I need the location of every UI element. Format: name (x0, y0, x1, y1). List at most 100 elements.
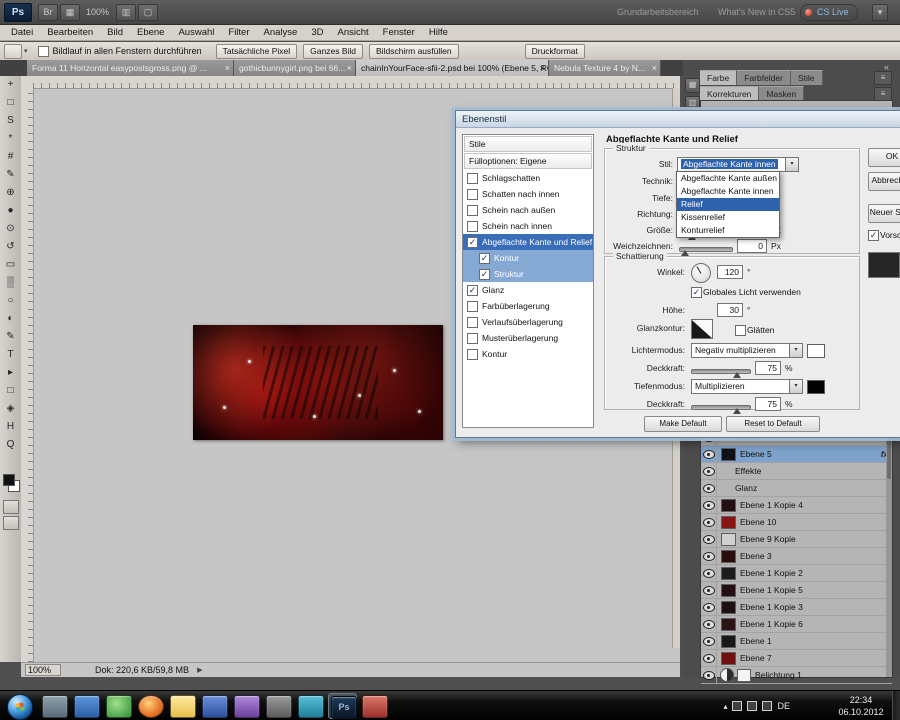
taskbar-app-1[interactable] (40, 693, 69, 719)
style-checkbox[interactable] (467, 205, 478, 216)
tool-path-select[interactable]: ▸ (0, 364, 21, 382)
taskbar-app-9[interactable] (296, 693, 325, 719)
tool-dodge[interactable]: ◐ (0, 310, 21, 328)
dropdown-option-highlighted[interactable]: Relief (677, 198, 779, 211)
tool-marquee[interactable]: □ (0, 94, 21, 112)
taskbar-app-2[interactable] (72, 693, 101, 719)
visibility-toggle[interactable] (701, 514, 717, 530)
taskbar-app-photoshop-active[interactable]: Ps (328, 693, 357, 719)
style-item-texture[interactable]: ✓Struktur (463, 266, 593, 282)
tool-hand[interactable]: H (0, 418, 21, 436)
visibility-toggle[interactable] (701, 531, 717, 547)
panel-menu-icon[interactable]: ≡ (874, 71, 892, 85)
style-checkbox[interactable] (467, 221, 478, 232)
tool-quick-select[interactable]: * (0, 130, 21, 148)
workspace-switcher[interactable]: Grundarbeitsbereich (617, 7, 699, 17)
style-checkbox[interactable] (467, 173, 478, 184)
quick-mask-button[interactable] (3, 500, 19, 514)
tool-shape[interactable]: □ (0, 382, 21, 400)
dropdown-option[interactable]: Kissenrelief (677, 211, 779, 224)
close-tab-icon[interactable]: × (540, 60, 545, 76)
ok-button[interactable]: OK (868, 148, 900, 167)
style-item-inner-shadow[interactable]: Schatten nach innen (463, 186, 593, 202)
tool-eraser[interactable]: ▭ (0, 256, 21, 274)
weichzeichnen-slider[interactable] (679, 247, 733, 252)
layer-row[interactable]: Ebene 1 Kopie 3 (701, 599, 892, 616)
layer-row[interactable]: Ebene 1 Kopie 4 (701, 497, 892, 514)
close-tab-icon[interactable]: × (225, 60, 230, 76)
whats-new-link[interactable]: What's New in CS5 (718, 7, 795, 17)
doc-tab-3-active[interactable]: chainInYourFace-sfii-2.psd bei 100% (Ebe… (356, 60, 549, 76)
tab-farbe[interactable]: Farbe (700, 70, 737, 85)
hidden-icons-arrow[interactable]: ▴ (723, 702, 727, 711)
adjustment-layer-row[interactable]: Belichtung 1 (701, 667, 892, 684)
style-item-bevel-emboss[interactable]: ✓Abgeflachte Kante und Relief (463, 234, 593, 250)
close-tab-icon[interactable]: × (652, 60, 657, 76)
adjustment-icon[interactable] (720, 668, 734, 682)
visibility-toggle[interactable] (701, 446, 717, 462)
preview-checkbox[interactable]: ✓ (868, 230, 879, 241)
visibility-toggle[interactable] (701, 565, 717, 581)
show-desktop-button[interactable] (892, 691, 900, 720)
shadow-color-swatch[interactable] (807, 380, 825, 394)
highlight-mode-combobox[interactable]: Negativ multiplizieren ▾ (691, 343, 803, 358)
menu-filter[interactable]: Filter (221, 27, 256, 38)
shadow-opacity-field[interactable]: 75 (755, 397, 781, 411)
layer-thumbnail[interactable] (721, 533, 736, 546)
tool-3d-rotate[interactable]: ◈ (0, 400, 21, 418)
style-item-outer-glow[interactable]: Schein nach außen (463, 202, 593, 218)
blending-options-item[interactable]: Fülloptionen: Eigene (464, 153, 592, 169)
menu-ebene[interactable]: Ebene (130, 27, 171, 38)
taskbar-app-explorer[interactable] (168, 693, 197, 719)
style-checkbox[interactable] (467, 333, 478, 344)
cs-live-button[interactable]: CS Live (800, 4, 858, 21)
arrange-documents-icon[interactable]: ▥ (116, 4, 136, 21)
style-checkbox[interactable] (467, 189, 478, 200)
screen-mode-icon[interactable]: ▢ (138, 4, 158, 21)
layer-thumbnail[interactable] (721, 618, 736, 631)
layer-row[interactable]: Ebene 1 Kopie 2 (701, 565, 892, 582)
style-item-inner-glow[interactable]: Schein nach innen (463, 218, 593, 234)
shadow-mode-combobox[interactable]: Multiplizieren ▾ (691, 379, 803, 394)
stil-combobox[interactable]: Abgeflachte Kante innen ▾ (677, 157, 799, 172)
layer-thumbnail[interactable] (721, 499, 736, 512)
taskbar-app-3[interactable] (104, 693, 133, 719)
visibility-toggle[interactable] (701, 497, 717, 513)
menu-fenster[interactable]: Fenster (376, 27, 422, 38)
layer-thumbnail[interactable] (721, 516, 736, 529)
tool-preset-icon[interactable] (4, 44, 22, 59)
layer-row[interactable]: Ebene 3 (701, 548, 892, 565)
visibility-toggle[interactable] (701, 599, 717, 615)
tool-pen[interactable]: ✎ (0, 328, 21, 346)
style-item-pattern-overlay[interactable]: Musterüberlagerung (463, 330, 593, 346)
window-menu-icon[interactable]: ▾ (872, 4, 888, 21)
taskbar-app-11[interactable] (360, 693, 389, 719)
menu-bearbeiten[interactable]: Bearbeiten (40, 27, 100, 38)
tab-korrekturen[interactable]: Korrekturen (700, 86, 759, 101)
make-default-button[interactable]: Make Default (644, 416, 722, 432)
menu-3d[interactable]: 3D (304, 27, 330, 38)
gloss-contour-thumbnail[interactable] (691, 319, 713, 339)
fit-screen-button[interactable]: Ganzes Bild (303, 44, 363, 59)
tool-crop[interactable]: # (0, 148, 21, 166)
taskbar-app-8[interactable] (264, 693, 293, 719)
layer-row[interactable]: Ebene 1 Kopie 5 (701, 582, 892, 599)
dock-icon-2[interactable]: ▥ (685, 96, 700, 111)
layer-thumbnail[interactable] (721, 635, 736, 648)
menu-analyse[interactable]: Analyse (257, 27, 305, 38)
taskbar-app-6[interactable] (200, 693, 229, 719)
layer-row[interactable]: Ebene 10 (701, 514, 892, 531)
style-checkbox[interactable]: ✓ (479, 253, 490, 264)
tool-eyedropper[interactable]: ✎ (0, 166, 21, 184)
tool-clone-stamp[interactable]: ⊙ (0, 220, 21, 238)
highlight-opacity-field[interactable]: 75 (755, 361, 781, 375)
menu-auswahl[interactable]: Auswahl (171, 27, 221, 38)
taskbar-clock[interactable]: 22:34 06.10.2012 (832, 694, 890, 718)
style-item-gradient-overlay[interactable]: Verlaufsüberlagerung (463, 314, 593, 330)
tray-icon-3[interactable] (762, 701, 772, 711)
shadow-opacity-slider[interactable] (691, 405, 751, 410)
layer-thumbnail[interactable] (721, 567, 736, 580)
layer-effect-row[interactable]: Glanz (701, 480, 892, 497)
visibility-toggle[interactable] (701, 633, 717, 649)
tray-icon-2[interactable] (747, 701, 757, 711)
